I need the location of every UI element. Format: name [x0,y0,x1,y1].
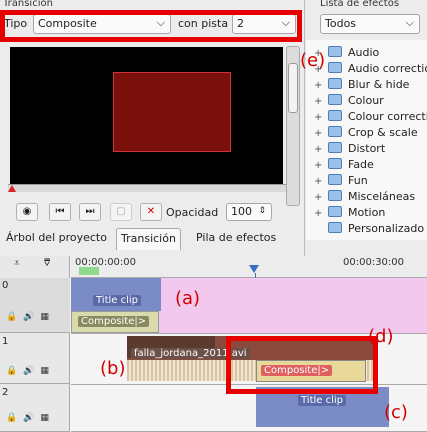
opacity-label: Opacidad [166,206,219,219]
transition-preview [10,47,283,184]
list-item[interactable]: + Motion [314,205,427,221]
scrollbar-thumb[interactable] [288,63,298,113]
tab-transition[interactable]: Transición [116,228,181,250]
next-keyframe-icon[interactable]: ⏭ [79,203,101,221]
expand-icon[interactable]: + [314,94,328,109]
annotation-a: (a) [175,288,201,309]
expand-icon[interactable]: + [314,78,328,93]
add-keyframe-icon[interactable]: ▢ [110,203,132,221]
folder-icon [328,126,342,137]
timeline-ruler[interactable]: 00:00:00:00 00:00:30:00 [71,256,427,278]
effects-panel: Lista de efectos Todos ⌵ + Audio + Audio c… [306,0,427,256]
playhead-icon[interactable] [249,265,259,273]
previous-keyframe-icon[interactable]: ⏮ [49,203,71,221]
folder-icon [328,190,342,201]
annotation-c: (c) [384,402,408,423]
expand-icon[interactable]: + [314,142,328,157]
list-item[interactable]: + Fun [314,173,427,189]
track-controls[interactable]: 🔒🔊▦ [6,312,55,322]
list-item[interactable]: Personalizado [314,221,427,237]
annotation-b: (b) [100,358,126,379]
annotation-e: (e) [300,50,326,71]
expand-icon[interactable]: + [314,158,328,173]
list-item[interactable]: + Misceláneas [314,189,427,205]
folder-icon [328,94,342,105]
title-clip[interactable]: Title clip [71,278,161,311]
opacity-spinbox[interactable]: 100 ⇕ [226,203,272,221]
composite-transition[interactable]: Composite|> [71,311,159,333]
collapse-icon[interactable]: ⩡ [14,258,20,269]
tab-project-tree[interactable]: Árbol del proyecto [2,228,111,250]
ruler-marker-icon[interactable] [8,185,16,192]
tab-effect-stack[interactable]: Pila de efectos [192,228,280,250]
list-item[interactable]: + Fade [314,157,427,173]
list-item[interactable]: +Colour correction [314,109,427,125]
list-item[interactable]: + Crop & scale [314,125,427,141]
chevron-down-icon: ⌵ [405,16,414,29]
expand-icon[interactable]: + [314,110,328,125]
track-header-0[interactable]: 0 🔒🔊▦ [0,278,70,333]
ruler-time-end: 00:00:30:00 [343,257,405,268]
view-icon[interactable]: ◉ [16,203,38,221]
expand-icon[interactable]: + [314,206,328,221]
list-item[interactable]: + Audio [314,45,427,61]
list-item[interactable]: + Blur & hide [314,77,427,93]
zone-marker[interactable] [79,267,99,275]
highlight-box-type-track [0,10,302,42]
highlight-box-composite [226,336,378,394]
list-item[interactable]: + Distort [314,141,427,157]
spin-arrows-icon[interactable]: ⇕ [258,204,266,218]
list-item[interactable]: +Audio correction [314,61,427,77]
track-headers: ⩡ ⩢ 0 🔒🔊▦ 1 🔒🔊▦ 2 🔒🔊▦ [0,256,70,432]
effects-filter-select[interactable]: Todos ⌵ [320,14,420,34]
expand-icon[interactable]: + [314,126,328,141]
panel-title: Transición [3,0,53,9]
track-header-2[interactable]: 2 🔒🔊▦ [0,385,70,432]
expand-icon[interactable]: + [314,174,328,189]
track-controls[interactable]: 🔒🔊▦ [6,413,55,423]
panel-title: Lista de efectos [320,0,400,9]
track-number: 1 [2,336,9,347]
track-controls[interactable]: 🔒🔊▦ [6,366,55,376]
folder-icon [328,174,342,185]
folder-icon [328,78,342,89]
opacity-value: 100 [231,205,252,218]
annotation-d: (d) [368,326,394,347]
folder-icon [328,206,342,217]
expand-tracks-icon[interactable]: ⩢ [44,258,50,269]
folder-icon [328,46,342,57]
folder-icon [328,62,342,73]
panel-scrollbar[interactable] [286,46,300,206]
list-item[interactable]: + Colour [314,93,427,109]
track-header-1[interactable]: 1 🔒🔊▦ [0,334,70,384]
preview-ruler[interactable] [8,184,286,192]
folder-icon [328,110,342,121]
track-number: 0 [2,280,9,291]
folder-icon [328,222,342,233]
delete-keyframe-icon[interactable]: ✕ [140,203,162,221]
effects-filter-value: Todos [325,17,357,30]
track-number: 2 [2,387,9,398]
expand-icon[interactable]: + [314,190,328,205]
folder-icon [328,158,342,169]
folder-icon [328,142,342,153]
preview-composite-rect[interactable] [113,72,231,152]
